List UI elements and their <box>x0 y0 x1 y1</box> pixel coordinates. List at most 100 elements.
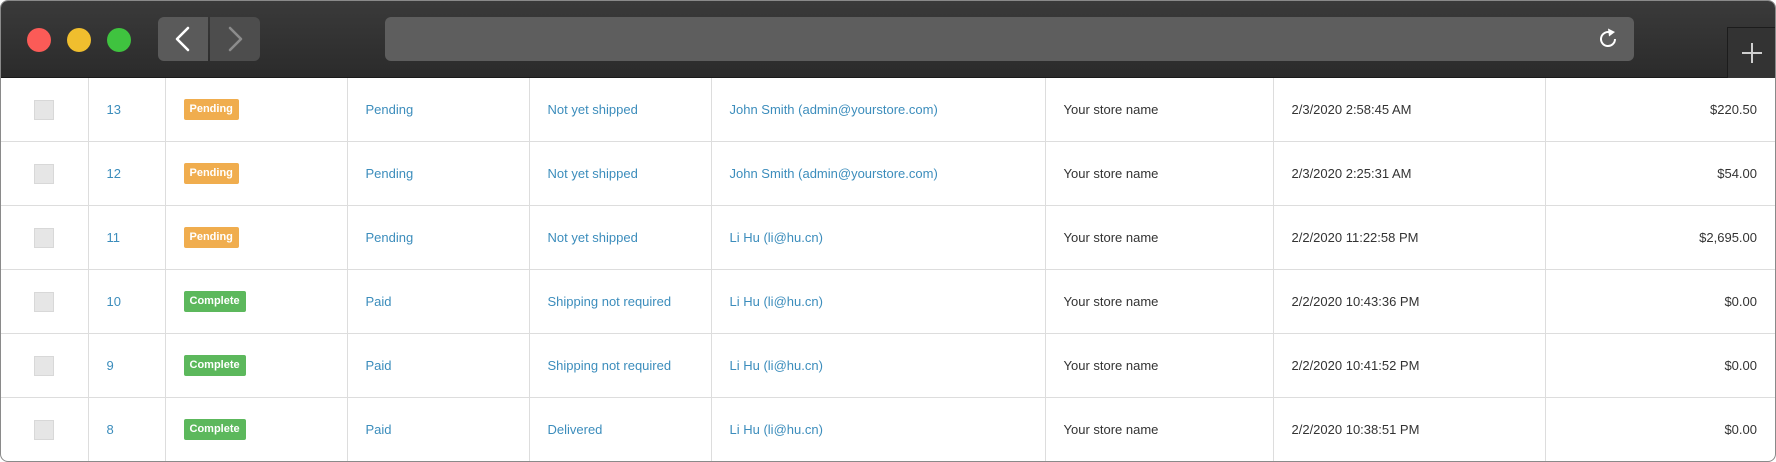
chevron-right-icon <box>228 26 243 52</box>
store-name: Your store name <box>1063 422 1159 437</box>
reload-icon[interactable] <box>1596 27 1620 51</box>
row-checkbox[interactable] <box>34 163 55 184</box>
plus-icon <box>1742 43 1762 63</box>
created-on-cell: 2/3/2020 2:58:45 AM <box>1273 78 1546 142</box>
payment-status-link[interactable]: Paid <box>366 422 392 437</box>
created-on: 2/3/2020 2:58:45 AM <box>1291 102 1412 117</box>
browser-window: 13 Pending Pending Not yet shipped John Smit… <box>0 0 1776 462</box>
customer-cell: Li Hu (li@hu.cn) <box>711 205 1046 270</box>
payment-status-cell: Pending <box>347 205 530 270</box>
customer-cell: John Smith (admin@yourstore.com) <box>711 78 1046 142</box>
row-checkbox[interactable] <box>34 419 55 440</box>
shipping-status-cell: Not yet shipped <box>529 205 712 270</box>
browser-toolbar <box>1 1 1775 78</box>
store-cell: Your store name <box>1045 333 1274 398</box>
order-id-link[interactable]: 9 <box>107 358 114 373</box>
shipping-status-cell: Delivered <box>529 397 712 461</box>
store-cell: Your store name <box>1045 397 1274 461</box>
table-row[interactable]: 12 Pending Pending Not yet shipped John Smit… <box>1 141 1775 206</box>
store-name: Your store name <box>1063 166 1159 181</box>
payment-status-cell: Paid <box>347 333 530 398</box>
select-cell <box>1 78 89 142</box>
shipping-status-link[interactable]: Shipping not required <box>548 294 672 309</box>
new-tab-button[interactable] <box>1727 27 1775 78</box>
payment-status-link[interactable]: Pending <box>366 166 414 181</box>
minimize-window-button[interactable] <box>67 28 91 52</box>
payment-status-link[interactable]: Paid <box>366 358 392 373</box>
zoom-window-button[interactable] <box>107 28 131 52</box>
store-cell: Your store name <box>1045 205 1274 270</box>
order-status-cell: Complete <box>165 269 348 334</box>
customer-link[interactable]: Li Hu (li@hu.cn) <box>730 422 823 437</box>
store-cell: Your store name <box>1045 78 1274 142</box>
payment-status-link[interactable]: Pending <box>366 230 414 245</box>
created-on: 2/2/2020 10:43:36 PM <box>1291 294 1420 309</box>
back-button[interactable] <box>158 17 208 61</box>
customer-link[interactable]: John Smith (admin@yourstore.com) <box>730 102 938 117</box>
customer-link[interactable]: Li Hu (li@hu.cn) <box>730 230 823 245</box>
shipping-status-cell: Shipping not required <box>529 333 712 398</box>
store-cell: Your store name <box>1045 141 1274 206</box>
customer-link[interactable]: Li Hu (li@hu.cn) <box>730 358 823 373</box>
shipping-status-link[interactable]: Not yet shipped <box>548 166 638 181</box>
created-on-cell: 2/2/2020 10:41:52 PM <box>1273 333 1546 398</box>
order-id-link[interactable]: 8 <box>107 422 114 437</box>
order-id-link[interactable]: 13 <box>107 102 121 117</box>
order-total: $220.50 <box>1710 102 1757 117</box>
shipping-status-link[interactable]: Shipping not required <box>548 358 672 373</box>
shipping-status-link[interactable]: Not yet shipped <box>548 102 638 117</box>
order-id-link[interactable]: 11 <box>107 230 121 245</box>
table-row[interactable]: 10 Complete Paid Shipping not required Li Hu… <box>1 269 1775 334</box>
order-id-cell: 11 <box>88 205 166 270</box>
status-badge: Pending <box>183 227 239 248</box>
order-total: $0.00 <box>1724 358 1757 373</box>
forward-button[interactable] <box>210 17 260 61</box>
created-on: 2/2/2020 11:22:58 PM <box>1291 230 1419 245</box>
customer-link[interactable]: John Smith (admin@yourstore.com) <box>730 166 938 181</box>
row-checkbox[interactable] <box>34 355 55 376</box>
order-total-cell: $2,695.00 <box>1545 205 1775 270</box>
shipping-status-link[interactable]: Not yet shipped <box>548 230 638 245</box>
order-total: $2,695.00 <box>1699 230 1757 245</box>
orders-grid: 13 Pending Pending Not yet shipped John Smit… <box>1 78 1775 461</box>
table-row[interactable]: 8 Complete Paid Delivered Li Hu (li@hu.cn) Yo… <box>1 397 1775 461</box>
table-row[interactable]: 13 Pending Pending Not yet shipped John Smit… <box>1 78 1775 142</box>
payment-status-cell: Pending <box>347 141 530 206</box>
customer-cell: John Smith (admin@yourstore.com) <box>711 141 1046 206</box>
address-bar[interactable] <box>385 17 1634 61</box>
order-status-cell: Pending <box>165 141 348 206</box>
customer-link[interactable]: Li Hu (li@hu.cn) <box>730 294 823 309</box>
status-badge: Complete <box>183 291 246 312</box>
order-id-link[interactable]: 12 <box>107 166 121 181</box>
shipping-status-link[interactable]: Delivered <box>548 422 603 437</box>
close-window-button[interactable] <box>27 28 51 52</box>
store-name: Your store name <box>1063 294 1159 309</box>
row-checkbox[interactable] <box>34 227 55 248</box>
payment-status-link[interactable]: Paid <box>366 294 392 309</box>
payment-status-link[interactable]: Pending <box>366 102 414 117</box>
row-checkbox[interactable] <box>34 99 55 120</box>
store-name: Your store name <box>1063 358 1159 373</box>
created-on-cell: 2/3/2020 2:25:31 AM <box>1273 141 1546 206</box>
customer-cell: Li Hu (li@hu.cn) <box>711 269 1046 334</box>
order-id-cell: 8 <box>88 397 166 461</box>
order-total: $0.00 <box>1724 422 1757 437</box>
chevron-left-icon <box>175 26 190 52</box>
created-on-cell: 2/2/2020 10:38:51 PM <box>1273 397 1546 461</box>
shipping-status-cell: Not yet shipped <box>529 78 712 142</box>
row-checkbox[interactable] <box>34 291 55 312</box>
order-id-link[interactable]: 10 <box>107 294 121 309</box>
status-badge: Complete <box>183 355 246 376</box>
store-name: Your store name <box>1063 102 1159 117</box>
created-on-cell: 2/2/2020 10:43:36 PM <box>1273 269 1546 334</box>
order-id-cell: 13 <box>88 78 166 142</box>
customer-cell: Li Hu (li@hu.cn) <box>711 397 1046 461</box>
table-row[interactable]: 9 Complete Paid Shipping not required Li Hu … <box>1 333 1775 398</box>
created-on: 2/2/2020 10:41:52 PM <box>1291 358 1420 373</box>
orders-table: 13 Pending Pending Not yet shipped John Smit… <box>1 78 1775 461</box>
order-total-cell: $0.00 <box>1545 397 1775 461</box>
status-badge: Complete <box>183 419 246 440</box>
order-status-cell: Pending <box>165 205 348 270</box>
order-status-cell: Pending <box>165 78 348 142</box>
table-row[interactable]: 11 Pending Pending Not yet shipped Li Hu (li… <box>1 205 1775 270</box>
